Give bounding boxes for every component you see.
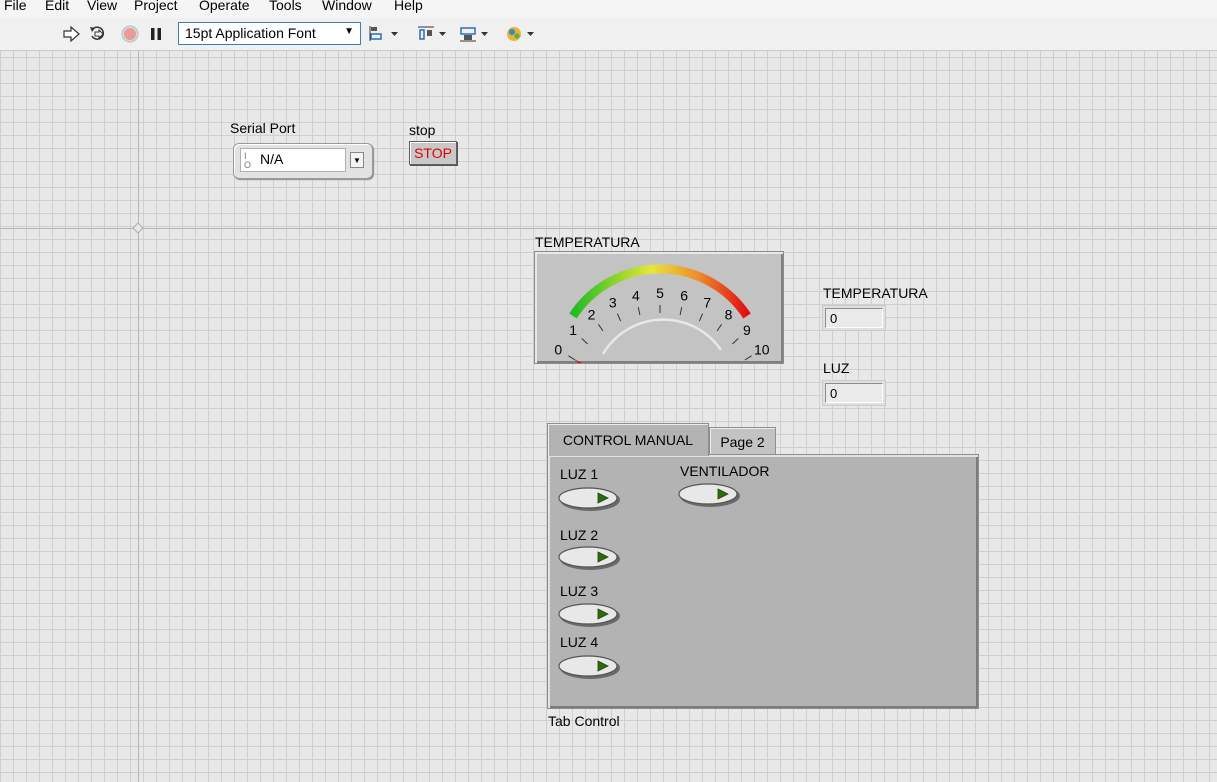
align-objects-icon[interactable] xyxy=(368,24,402,44)
serial-port-value: N/A xyxy=(260,151,284,167)
ventilador-button[interactable] xyxy=(678,482,742,508)
luz-3-button[interactable] xyxy=(558,602,622,628)
gauge-label: TEMPERATURA xyxy=(535,234,640,250)
gauge-face: 0123 4 5 6 78910 xyxy=(554,264,770,363)
serial-port-field[interactable]: IO N/A xyxy=(240,148,346,172)
gauge-tick-label: 3 xyxy=(609,295,617,311)
luz-2-label: LUZ 2 xyxy=(560,527,599,543)
run-continuously-icon[interactable] xyxy=(88,24,108,44)
gauge-tick xyxy=(732,338,739,345)
gauge-hub-arc xyxy=(601,318,723,355)
stop-label: stop xyxy=(409,122,436,138)
origin-axis-vertical xyxy=(138,51,139,782)
menu-help[interactable]: Help xyxy=(394,0,423,13)
gauge-tick-label: 7 xyxy=(703,295,711,311)
gauge-tick xyxy=(637,307,641,316)
gauge-tick-label: 6 xyxy=(680,287,688,303)
gauge-tick xyxy=(679,307,683,316)
gauge-tick xyxy=(597,324,604,332)
luz-1-label: LUZ 1 xyxy=(560,466,599,482)
tab-control-label: Tab Control xyxy=(548,713,620,729)
gauge-tick-label: 4 xyxy=(632,287,640,303)
gauge-tick-label: 0 xyxy=(554,341,562,357)
reorder-icon[interactable] xyxy=(504,24,538,44)
menu-tools[interactable]: Tools xyxy=(269,0,302,13)
menu-bar: File Edit View Project Operate Tools Win… xyxy=(0,0,1217,18)
resize-objects-icon[interactable] xyxy=(458,24,492,44)
menu-file[interactable]: File xyxy=(4,0,27,13)
tab-page-2-label: Page 2 xyxy=(720,433,765,450)
gauge-tick-label: 9 xyxy=(743,322,751,338)
gauge-tick-label: 5 xyxy=(656,285,664,301)
stop-button-text: STOP xyxy=(414,145,452,161)
luz-2-button[interactable] xyxy=(558,545,622,571)
pause-icon[interactable] xyxy=(146,24,166,44)
temperature-gauge[interactable]: 0 1 2 3 4 5 6 7 8 9 10 xyxy=(534,251,784,364)
luz-indicator-label: LUZ xyxy=(823,360,850,376)
temperatura-indicator: 0 xyxy=(822,305,886,331)
menu-operate[interactable]: Operate xyxy=(199,0,250,13)
luz-indicator-value: 0 xyxy=(825,383,883,403)
menu-window[interactable]: Window xyxy=(322,0,372,13)
io-name-icon: IO xyxy=(244,151,252,170)
gauge-tick-label: 10 xyxy=(754,341,770,357)
gauge-tick xyxy=(698,313,704,322)
stop-button[interactable]: STOP xyxy=(409,141,457,165)
gauge-tick-label: 8 xyxy=(725,306,733,322)
gauge-tick xyxy=(581,338,588,345)
abort-icon[interactable] xyxy=(120,24,140,44)
gauge-tick-label: 2 xyxy=(588,306,596,322)
serial-port-label: Serial Port xyxy=(230,120,296,136)
distribute-objects-icon[interactable] xyxy=(416,24,450,44)
menu-edit[interactable]: Edit xyxy=(45,0,69,13)
run-arrow-icon[interactable] xyxy=(62,24,82,44)
tab-control-manual-label: CONTROL MANUAL xyxy=(562,432,694,448)
tab-control-manual[interactable]: CONTROL MANUAL xyxy=(547,423,709,456)
gauge-tick xyxy=(616,313,622,322)
temperatura-indicator-value: 0 xyxy=(825,308,883,328)
font-selector-value: 15pt Application Font xyxy=(185,25,316,41)
gauge-tick xyxy=(716,324,723,332)
luz-4-label: LUZ 4 xyxy=(560,634,599,650)
luz-1-button[interactable] xyxy=(558,486,622,512)
menu-project[interactable]: Project xyxy=(134,0,178,13)
gauge-needle xyxy=(573,358,582,363)
origin-axis-horizontal xyxy=(0,228,1217,229)
chevron-down-icon: ▼ xyxy=(344,26,354,37)
luz-4-button[interactable] xyxy=(558,654,622,680)
serial-port-control[interactable]: IO N/A ▼ xyxy=(233,143,373,179)
luz-3-label: LUZ 3 xyxy=(560,583,599,599)
luz-indicator: 0 xyxy=(822,380,886,406)
temperatura-indicator-label: TEMPERATURA xyxy=(823,285,928,301)
tab-page-2[interactable]: Page 2 xyxy=(709,427,776,455)
menu-view[interactable]: View xyxy=(87,0,117,13)
ventilador-label: VENTILADOR xyxy=(680,463,770,479)
font-selector[interactable]: 15pt Application Font ▼ xyxy=(178,22,361,45)
serial-port-dropdown-button[interactable]: ▼ xyxy=(350,152,364,168)
gauge-tick xyxy=(744,355,752,361)
gauge-tick-label: 1 xyxy=(569,322,577,338)
